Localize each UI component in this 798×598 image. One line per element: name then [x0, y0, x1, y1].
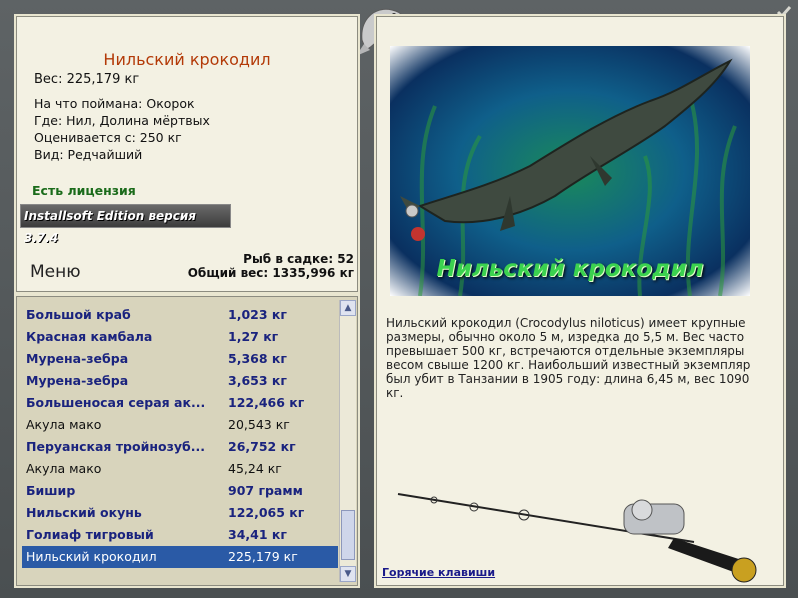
caught-on-label: На что поймана: Окорок	[34, 96, 195, 111]
fish-name: Красная камбала	[26, 329, 153, 344]
list-item[interactable]: Красная камбала 1,27 кг	[22, 326, 338, 348]
fish-weight-value: 907 грамм	[228, 483, 303, 498]
list-item[interactable]: Акула мако 20,543 кг	[22, 414, 338, 436]
fish-name: Нильский крокодил	[26, 549, 157, 564]
fish-weight-value: 122,065 кг	[228, 505, 305, 520]
list-item[interactable]: Мурена-зебра 5,368 кг	[22, 348, 338, 370]
fish-title: Нильский крокодил	[103, 50, 271, 69]
fish-weight-value: 3,653 кг	[228, 373, 287, 388]
scroll-thumb[interactable]	[341, 510, 355, 560]
fish-name: Мурена-зебра	[26, 373, 129, 388]
fish-weight-value: 225,179 кг	[228, 549, 298, 564]
list-scrollbar[interactable]: ▲ ▼	[339, 300, 356, 582]
fish-weight: Вес: 225,179 кг	[34, 72, 140, 87]
location-label: Где: Нил, Долина мёртвых	[34, 113, 210, 128]
list-item[interactable]: Нильский окунь 122,065 кг	[22, 502, 338, 524]
fish-weight-value: 26,752 кг	[228, 439, 296, 454]
catch-list-panel: Большой краб 1,023 кг Красная камбала 1,27 …	[14, 294, 360, 588]
fish-weight-value: 122,466 кг	[228, 395, 305, 410]
fish-name: Акула мако	[26, 461, 102, 476]
crocodile-picture: Нильский крокодил	[390, 46, 750, 296]
rarity-label: Вид: Редчайший	[34, 147, 143, 162]
list-item[interactable]: Большой краб 1,023 кг	[22, 304, 338, 326]
picture-caption: Нильский крокодил	[436, 256, 704, 282]
cage-count: Рыб в садке: 52	[243, 252, 354, 266]
fish-weight-value: 20,543 кг	[228, 417, 290, 432]
catch-list: Большой краб 1,023 кг Красная камбала 1,27 …	[20, 300, 338, 582]
fish-name: Большой краб	[26, 307, 131, 322]
valued-from-label: Оценивается с: 250 кг	[34, 130, 182, 145]
fish-name: Нильский окунь	[26, 505, 142, 520]
list-item[interactable]: Мурена-зебра 3,653 кг	[22, 370, 338, 392]
edition-banner: Installsoft Edition версия 3.7.4	[20, 204, 231, 245]
fish-description: Нильский крокодил (Crocodylus niloticus)…	[386, 316, 751, 400]
fish-weight-value: 5,368 кг	[228, 351, 287, 366]
scroll-down-icon[interactable]: ▼	[340, 566, 356, 582]
fish-weight-value: 34,41 кг	[228, 527, 287, 542]
fish-weight-value: 45,24 кг	[228, 461, 282, 476]
list-item[interactable]: Перуанская тройнозуб... 26,752 кг	[22, 436, 338, 458]
fish-name: Мурена-зебра	[26, 351, 129, 366]
total-weight: Общий вес: 1335,996 кг	[187, 266, 354, 280]
fish-info-panel: Нильский крокодил Вес: 225,179 кг На что…	[14, 14, 360, 294]
fish-name: Акула мако	[26, 417, 102, 432]
license-status: Есть лицензия	[32, 183, 136, 198]
fish-name: Большеносая серая ак...	[26, 395, 206, 410]
menu-button[interactable]: Меню	[30, 262, 81, 282]
fish-detail-panel: Нильский крокодил Нильский крокодил (Cro…	[374, 14, 786, 588]
fish-weight-value: 1,023 кг	[228, 307, 287, 322]
fish-weight-value: 1,27 кг	[228, 329, 279, 344]
hotkeys-link[interactable]: Горячие клавиши	[382, 566, 495, 579]
list-item[interactable]: Бишир 907 грамм	[22, 480, 338, 502]
fish-name: Перуанская тройнозуб...	[26, 439, 205, 454]
list-item[interactable]: Большеносая серая ак... 122,466 кг	[22, 392, 338, 414]
list-item[interactable]: Голиаф тигровый 34,41 кг	[22, 524, 338, 546]
fish-name: Голиаф тигровый	[26, 527, 154, 542]
list-item[interactable]: Нильский крокодил 225,179 кг	[22, 546, 338, 568]
fish-name: Бишир	[26, 483, 76, 498]
scroll-up-icon[interactable]: ▲	[340, 300, 356, 316]
list-item[interactable]: Акула мако 45,24 кг	[22, 458, 338, 480]
